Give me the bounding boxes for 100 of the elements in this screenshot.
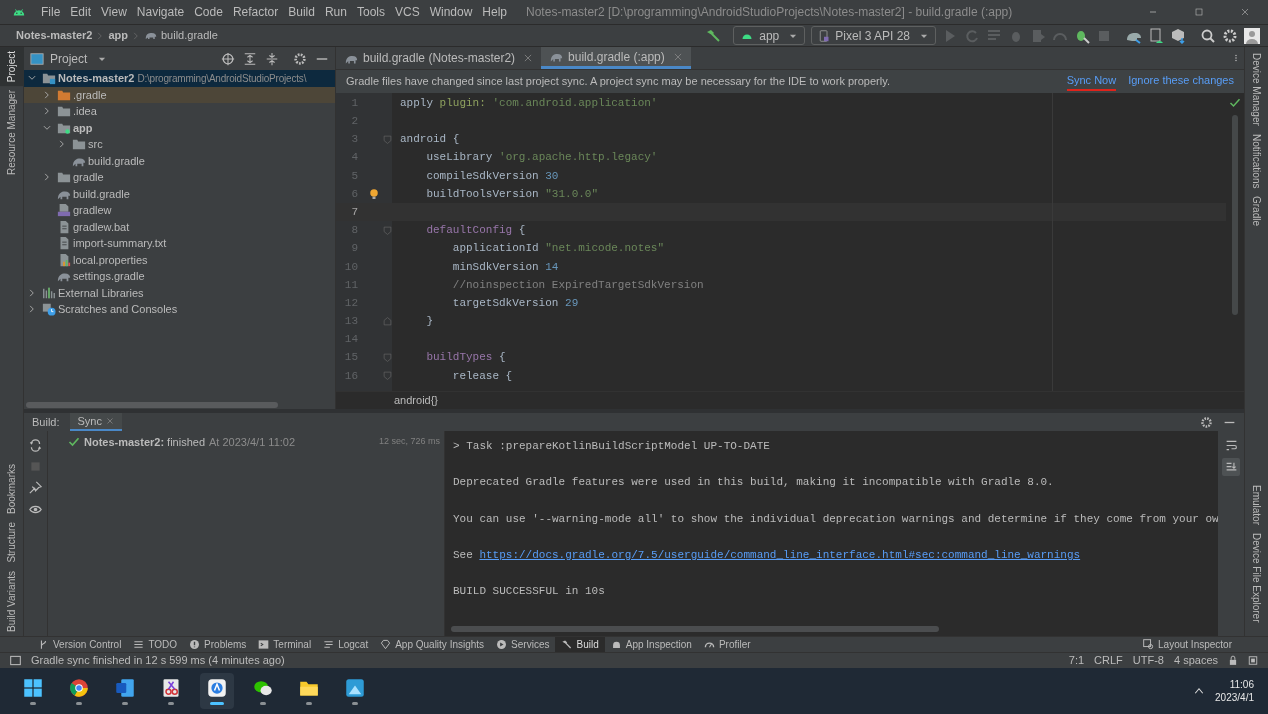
tool-window-tab[interactable]: Project bbox=[0, 47, 25, 87]
menu-item[interactable]: Run bbox=[319, 3, 352, 21]
collapse-all-icon[interactable] bbox=[265, 51, 279, 66]
notification-link[interactable]: Ignore these changes bbox=[1128, 71, 1234, 92]
tool-window-tab[interactable]: TODO bbox=[127, 637, 184, 652]
tree-row[interactable]: gradle bbox=[24, 169, 335, 186]
editor-tab[interactable]: build.gradle (:app) bbox=[541, 47, 691, 69]
menu-item[interactable]: File bbox=[36, 3, 66, 21]
run-configuration-dropdown[interactable]: app bbox=[733, 26, 806, 45]
clock-date[interactable]: 2023/4/1 bbox=[1215, 691, 1254, 704]
scrollbar[interactable] bbox=[26, 402, 278, 408]
tool-window-tab[interactable]: Logcat bbox=[317, 637, 375, 652]
pin-icon[interactable] bbox=[29, 481, 42, 494]
fold-marker-icon[interactable] bbox=[383, 225, 392, 235]
scrollbar[interactable] bbox=[451, 626, 939, 632]
chevron-right-icon[interactable] bbox=[42, 106, 52, 117]
panel-tab[interactable]: Sync bbox=[69, 413, 122, 431]
tool-window-tab[interactable]: Gradle bbox=[1243, 192, 1268, 231]
tree-row[interactable]: Notes-master2 D:\programming\AndroidStudioProjects\ bbox=[24, 70, 335, 87]
scroll-to-end-button[interactable] bbox=[1222, 458, 1240, 476]
taskbar-button[interactable] bbox=[200, 673, 234, 709]
menu-item[interactable]: Help bbox=[477, 3, 513, 21]
settings-icon[interactable] bbox=[1222, 27, 1238, 44]
tool-window-tab[interactable]: Terminal bbox=[252, 637, 318, 652]
chevron-right-icon[interactable] bbox=[42, 172, 52, 183]
status-item[interactable]: CRLF bbox=[1094, 652, 1123, 669]
tool-window-tab[interactable]: Device Manager bbox=[1243, 49, 1268, 130]
search-icon[interactable] bbox=[1200, 27, 1216, 44]
fold-marker-icon[interactable] bbox=[383, 353, 392, 363]
menu-item[interactable]: Build bbox=[283, 3, 320, 21]
tree-row[interactable]: app bbox=[24, 119, 335, 136]
status-item[interactable]: UTF-8 bbox=[1132, 652, 1164, 669]
eye-icon[interactable] bbox=[29, 503, 42, 516]
tool-window-tab[interactable]: Bookmarks bbox=[0, 460, 25, 519]
tool-window-tab[interactable]: Build Variants bbox=[0, 567, 25, 636]
tree-row[interactable]: local.properties bbox=[24, 251, 335, 268]
chevron-right-icon[interactable] bbox=[57, 139, 67, 150]
menu-item[interactable]: VCS bbox=[389, 3, 425, 21]
expand-all-icon[interactable] bbox=[243, 51, 257, 66]
tool-window-tab[interactable]: Build bbox=[555, 637, 605, 652]
menu-item[interactable]: Code bbox=[189, 3, 228, 21]
panel-toggle-icon[interactable] bbox=[10, 655, 21, 666]
tool-window-tab[interactable]: App Quality Insights bbox=[374, 637, 491, 652]
menu-item[interactable]: Refactor bbox=[227, 3, 284, 21]
menu-item[interactable]: Navigate bbox=[131, 3, 190, 21]
status-item[interactable]: 4 spaces bbox=[1173, 652, 1218, 669]
lightbulb-icon[interactable] bbox=[368, 187, 380, 201]
breadcrumb-item[interactable]: android{} bbox=[394, 392, 439, 409]
status-item[interactable]: 7:1 bbox=[1068, 652, 1085, 669]
menu-item[interactable]: Window bbox=[424, 3, 478, 21]
tree-row[interactable]: gradlew bbox=[24, 202, 335, 219]
clock-time[interactable]: 11:06 bbox=[1229, 678, 1254, 691]
settings-icon[interactable] bbox=[293, 51, 307, 66]
settings-icon[interactable] bbox=[1200, 415, 1213, 429]
tool-window-tab[interactable]: Notifications bbox=[1243, 129, 1268, 193]
tree-row[interactable]: build.gradle bbox=[24, 152, 335, 169]
scrollbar[interactable] bbox=[1232, 115, 1238, 315]
chevron-right-icon[interactable] bbox=[42, 89, 52, 100]
fold-marker-icon[interactable] bbox=[383, 371, 392, 381]
notification-link[interactable]: Sync Now bbox=[1066, 71, 1117, 92]
tree-row[interactable]: build.gradle bbox=[24, 185, 335, 202]
tool-window-tab[interactable]: Problems bbox=[183, 637, 253, 652]
tree-row[interactable]: Scratches and Consoles bbox=[24, 301, 335, 318]
tool-window-tab[interactable]: App Inspection bbox=[604, 637, 698, 652]
tool-window-tab[interactable]: Resource Manager bbox=[0, 86, 25, 180]
sdk-manager-icon[interactable] bbox=[1170, 27, 1186, 44]
memory-icon[interactable] bbox=[1248, 655, 1258, 666]
device-dropdown[interactable]: Pixel 3 API 28 bbox=[811, 26, 936, 45]
panel-title[interactable]: Project bbox=[50, 49, 88, 68]
fold-marker-icon[interactable] bbox=[383, 316, 392, 326]
chevron-right-icon[interactable] bbox=[27, 304, 37, 315]
editor-tab[interactable]: build.gradle (Notes-master2) bbox=[336, 47, 542, 69]
tree-row[interactable]: src bbox=[24, 136, 335, 153]
lock-icon[interactable] bbox=[1228, 655, 1238, 666]
menu-item[interactable]: Tools bbox=[351, 3, 390, 21]
hammer-icon[interactable] bbox=[705, 27, 722, 44]
soft-wrap-icon[interactable] bbox=[1224, 439, 1238, 452]
close-icon[interactable] bbox=[523, 53, 534, 63]
breadcrumb-item[interactable]: app bbox=[108, 27, 128, 44]
fold-marker-icon[interactable] bbox=[383, 134, 392, 144]
console-link[interactable]: https://docs.gradle.org/7.5/userguide/command_line_interface.html#sec:command_line_warnings bbox=[479, 546, 1081, 564]
tree-row[interactable]: import-summary.txt bbox=[24, 235, 335, 252]
avatar-icon[interactable] bbox=[1244, 27, 1260, 44]
tree-row[interactable]: gradlew.bat bbox=[24, 218, 335, 235]
tool-window-tab[interactable]: Structure bbox=[0, 518, 25, 568]
sync-icon[interactable] bbox=[29, 439, 42, 452]
tool-window-tab[interactable]: Emulator bbox=[1243, 480, 1268, 529]
tree-row[interactable]: External Libraries bbox=[24, 284, 335, 301]
menu-item[interactable]: Edit bbox=[65, 3, 97, 21]
tree-row[interactable]: .idea bbox=[24, 103, 335, 120]
menu-item[interactable]: View bbox=[96, 3, 132, 21]
tool-window-tab[interactable]: Layout Inspector bbox=[1137, 637, 1238, 652]
tree-row[interactable]: settings.gradle bbox=[24, 268, 335, 285]
device-manager-icon[interactable] bbox=[1148, 27, 1164, 44]
tool-window-tab[interactable]: Version Control bbox=[32, 637, 128, 652]
locate-icon[interactable] bbox=[221, 51, 235, 66]
tool-window-tab[interactable]: Services bbox=[490, 637, 556, 652]
breadcrumb-item[interactable]: build.gradle bbox=[161, 27, 218, 44]
tool-window-tab[interactable]: Profiler bbox=[697, 637, 757, 652]
chevron-right-icon[interactable] bbox=[27, 287, 37, 298]
